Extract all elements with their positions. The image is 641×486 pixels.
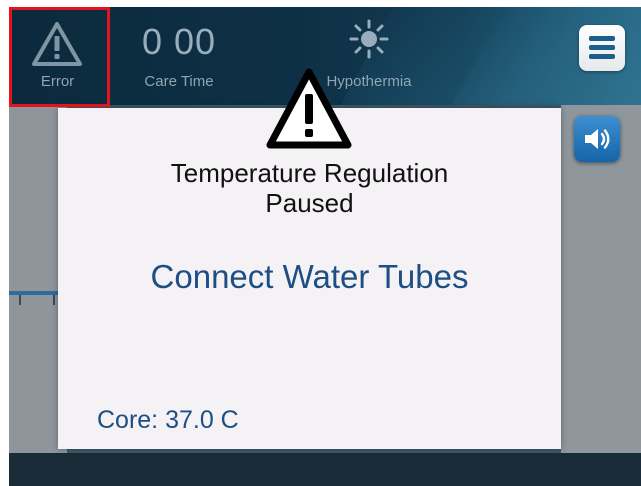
alert-dialog: Temperature Regulation Paused Connect Wa… [58, 108, 561, 449]
care-time-label: Care Time [144, 73, 214, 90]
care-time-status: 0 00 Care Time [119, 7, 239, 105]
dialog-message: Connect Water Tubes [150, 258, 469, 295]
sound-button[interactable] [574, 116, 620, 162]
care-time-value: 0 00 [141, 21, 217, 62]
error-highlight-box [9, 7, 110, 107]
dialog-subtitle: Paused [265, 188, 354, 218]
menu-button[interactable] [579, 25, 625, 71]
trend-tick [53, 295, 55, 305]
core-temperature: Core: 37.0 C [97, 406, 239, 434]
sun-icon [349, 19, 389, 59]
dialog-title: Temperature Regulation [170, 158, 449, 188]
bottom-bar [9, 453, 641, 486]
warning-icon [266, 68, 352, 149]
speaker-icon [585, 129, 610, 149]
trend-tick [19, 295, 21, 305]
